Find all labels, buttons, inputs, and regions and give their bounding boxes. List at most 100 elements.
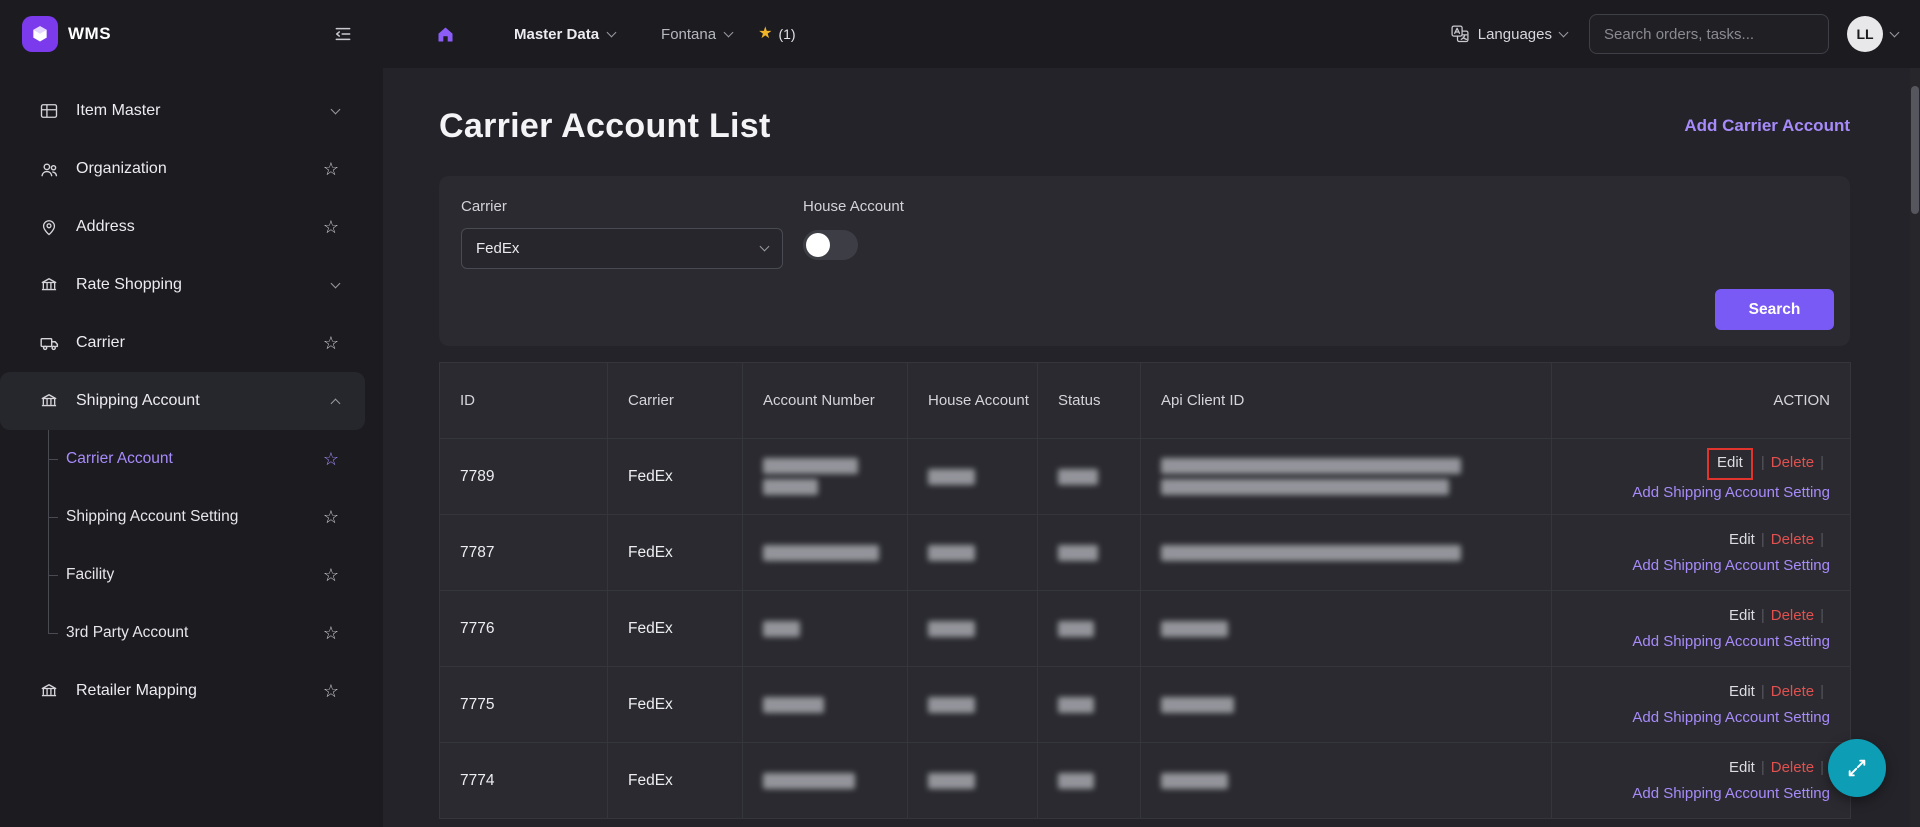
- sidebar-item-organization[interactable]: Organization ☆: [0, 140, 383, 198]
- cell-api-client-id-redacted: [1140, 514, 1552, 591]
- add-shipping-account-setting-link[interactable]: Add Shipping Account Setting: [1632, 709, 1830, 726]
- cell-status-redacted: [1037, 438, 1141, 515]
- sidebar-item-carrier[interactable]: Carrier ☆: [0, 314, 383, 372]
- edit-link[interactable]: Edit: [1729, 683, 1755, 700]
- favorite-star-icon[interactable]: ☆: [323, 218, 339, 236]
- sidebar-item-retailer-mapping[interactable]: Retailer Mapping ☆: [0, 662, 383, 720]
- sidebar-collapse-icon[interactable]: [333, 24, 353, 44]
- favorites-indicator[interactable]: ★ (1): [758, 25, 796, 43]
- cell-carrier: FedEx: [607, 590, 743, 667]
- sidebar-item-3rd-party-account[interactable]: 3rd Party Account ☆: [0, 604, 383, 662]
- global-search-input[interactable]: [1589, 14, 1829, 54]
- sidebar-item-rate-shopping[interactable]: Rate Shopping: [0, 256, 383, 314]
- app-brand[interactable]: WMS: [22, 16, 111, 52]
- table-row: 7787 FedEx Edit | Delete | Add Shipping Acc…: [439, 514, 1851, 591]
- cell-id: 7775: [439, 666, 608, 743]
- sidebar-item-facility[interactable]: Facility ☆: [0, 546, 383, 604]
- add-shipping-account-setting-link[interactable]: Add Shipping Account Setting: [1632, 557, 1830, 574]
- cell-status-redacted: [1037, 666, 1141, 743]
- chevron-down-icon: [1558, 27, 1569, 37]
- table-row: 7774 FedEx Edit | Delete | Add Shipping Acc…: [439, 742, 1851, 819]
- sidebar-item-item-master[interactable]: Item Master: [0, 82, 383, 140]
- cell-id: 7789: [439, 438, 608, 515]
- user-menu[interactable]: LL: [1847, 16, 1900, 52]
- chevron-down-icon: [723, 27, 734, 37]
- favorite-star-icon[interactable]: ☆: [323, 160, 339, 178]
- filter-panel: Carrier FedEx House Account Search: [439, 176, 1850, 346]
- sidebar-item-shipping-account[interactable]: Shipping Account: [0, 372, 365, 430]
- cell-actions: Edit | Delete | Add Shipping Account Settin…: [1551, 514, 1851, 591]
- cell-api-client-id-redacted: [1140, 666, 1552, 743]
- house-account-toggle[interactable]: [803, 230, 858, 260]
- table-row: 7776 FedEx Edit | Delete | Add Shipping Acc…: [439, 590, 1851, 667]
- add-carrier-account-link[interactable]: Add Carrier Account: [1684, 116, 1850, 136]
- languages-menu[interactable]: Languages: [1450, 24, 1569, 44]
- expand-fullscreen-button[interactable]: [1828, 739, 1886, 797]
- edit-link[interactable]: Edit: [1729, 531, 1755, 548]
- master-data-menu[interactable]: Master Data: [514, 25, 617, 43]
- edit-link[interactable]: Edit: [1729, 607, 1755, 624]
- cell-house-account-redacted: [907, 514, 1038, 591]
- cell-api-client-id-redacted: [1140, 590, 1552, 667]
- carrier-select[interactable]: FedEx: [461, 228, 783, 269]
- delete-link[interactable]: Delete: [1771, 759, 1814, 776]
- wms-logo-icon: [22, 16, 58, 52]
- topbar: WMS Master Data Fontana ★ (1) Languages …: [0, 0, 1920, 68]
- cell-house-account-redacted: [907, 590, 1038, 667]
- sidebar-item-carrier-account[interactable]: Carrier Account ☆: [0, 430, 383, 488]
- cell-status-redacted: [1037, 742, 1141, 819]
- cell-account-number-redacted: [742, 514, 908, 591]
- delete-link[interactable]: Delete: [1771, 531, 1814, 548]
- edit-link[interactable]: Edit: [1729, 759, 1755, 776]
- chevron-down-icon: [330, 104, 341, 114]
- header-account-number: Account Number: [742, 362, 908, 439]
- add-shipping-account-setting-link[interactable]: Add Shipping Account Setting: [1632, 633, 1830, 650]
- home-icon[interactable]: [435, 24, 456, 45]
- favorite-star-icon[interactable]: ☆: [323, 682, 339, 700]
- favorite-star-icon[interactable]: ☆: [323, 624, 339, 642]
- add-shipping-account-setting-link[interactable]: Add Shipping Account Setting: [1632, 484, 1830, 501]
- cell-carrier: FedEx: [607, 666, 743, 743]
- carrier-filter: Carrier FedEx: [461, 198, 783, 324]
- cell-actions: Edit | Delete | Add Shipping Account Settin…: [1551, 742, 1851, 819]
- cell-api-client-id-redacted: [1140, 742, 1552, 819]
- delete-link[interactable]: Delete: [1771, 454, 1814, 471]
- delete-link[interactable]: Delete: [1771, 607, 1814, 624]
- cell-account-number-redacted: [742, 438, 908, 515]
- favorite-star-icon[interactable]: ☆: [323, 508, 339, 526]
- expand-icon: [1848, 759, 1866, 777]
- star-icon: ★: [758, 25, 773, 42]
- cell-status-redacted: [1037, 514, 1141, 591]
- grid-icon: [38, 101, 60, 121]
- master-data-label: Master Data: [514, 25, 600, 43]
- header-house-account: House Account: [907, 362, 1038, 439]
- sidebar-item-address[interactable]: Address ☆: [0, 198, 383, 256]
- cell-house-account-redacted: [907, 666, 1038, 743]
- favorite-star-icon[interactable]: ☆: [323, 450, 339, 468]
- cell-account-number-redacted: [742, 666, 908, 743]
- cell-actions: Edit | Delete | Add Shipping Account Settin…: [1551, 666, 1851, 743]
- house-account-label: House Account: [803, 198, 904, 215]
- header-status: Status: [1037, 362, 1141, 439]
- scrollbar-thumb[interactable]: [1911, 86, 1919, 214]
- facility-menu[interactable]: Fontana: [661, 25, 734, 43]
- chevron-down-icon: [759, 241, 770, 252]
- header-action: ACTION: [1551, 362, 1851, 439]
- table-row: 7775 FedEx Edit | Delete | Add Shipping Acc…: [439, 666, 1851, 743]
- facility-label: Fontana: [661, 25, 717, 43]
- search-button[interactable]: Search: [1715, 289, 1834, 330]
- add-shipping-account-setting-link[interactable]: Add Shipping Account Setting: [1632, 785, 1830, 802]
- team-icon: [38, 159, 60, 180]
- cell-house-account-redacted: [907, 438, 1038, 515]
- toggle-knob: [806, 233, 830, 257]
- sidebar-item-shipping-account-setting[interactable]: Shipping Account Setting ☆: [0, 488, 383, 546]
- table-row: 7789 FedEx Edit | Delete | Add Shipping Acc…: [439, 438, 1851, 515]
- carrier-select-value: FedEx: [476, 240, 520, 257]
- delete-link[interactable]: Delete: [1771, 683, 1814, 700]
- bank-icon: [38, 681, 60, 701]
- edit-link[interactable]: Edit: [1717, 454, 1743, 471]
- shipping-account-submenu: Carrier Account ☆ Shipping Account Setti…: [0, 430, 383, 662]
- favorite-star-icon[interactable]: ☆: [323, 566, 339, 584]
- favorites-count: (1): [778, 26, 796, 42]
- favorite-star-icon[interactable]: ☆: [323, 334, 339, 352]
